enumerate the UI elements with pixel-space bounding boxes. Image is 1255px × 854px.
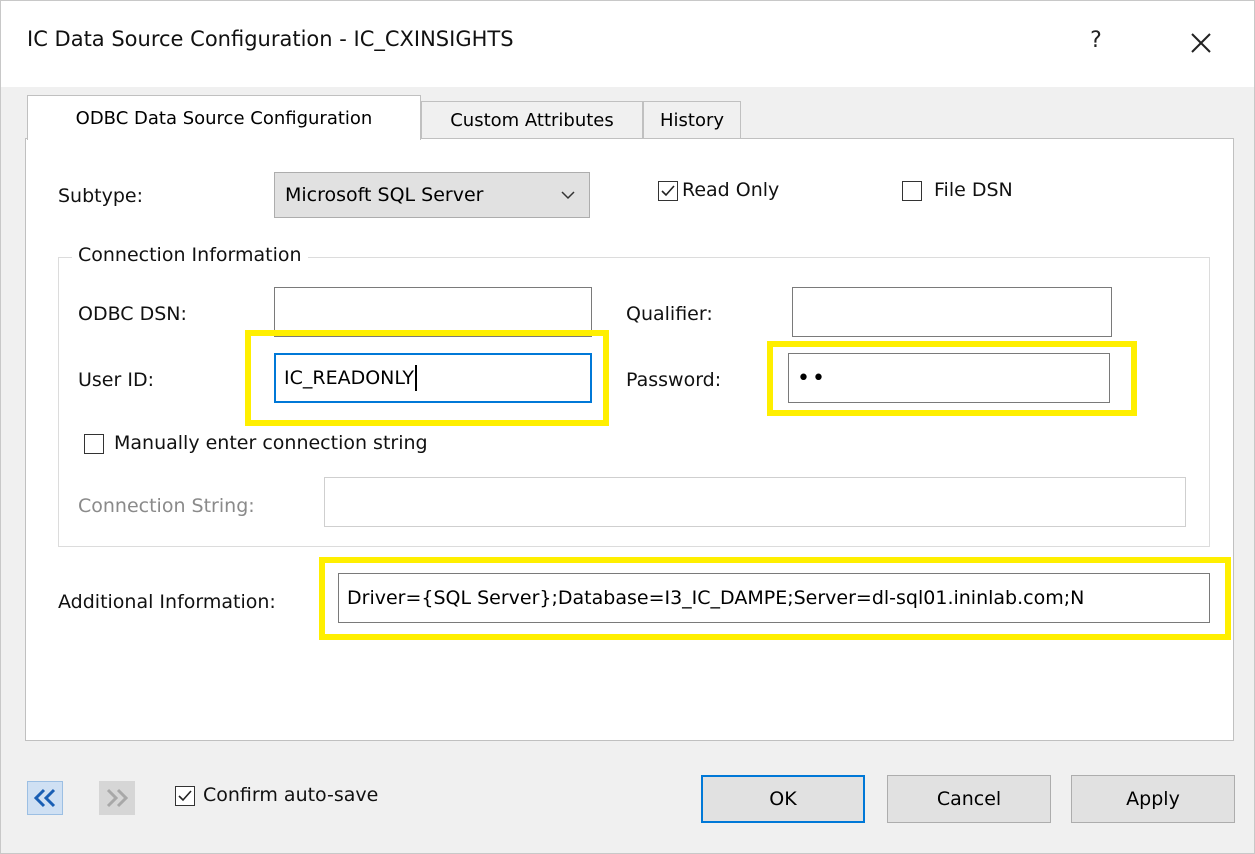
previous-button[interactable] [27, 781, 63, 815]
file-dsn-checkbox[interactable] [902, 181, 922, 201]
checkmark-icon [178, 790, 192, 802]
read-only-label: Read Only [682, 179, 780, 201]
additional-info-label: Additional Information: [58, 591, 276, 613]
odbc-dsn-label: ODBC DSN: [78, 303, 187, 325]
close-button[interactable] [1181, 23, 1221, 63]
highlight-password [767, 341, 1137, 416]
apply-button[interactable]: Apply [1071, 775, 1235, 823]
help-button[interactable]: ? [1079, 21, 1113, 61]
tab-panel: Subtype: Microsoft SQL Server Read Only … [25, 138, 1234, 741]
password-label: Password: [626, 369, 722, 391]
highlight-additional-info [319, 557, 1231, 640]
conn-string-label: Connection String: [78, 495, 255, 517]
tab-history[interactable]: History [643, 101, 741, 139]
subtype-select[interactable]: Microsoft SQL Server [274, 172, 590, 218]
tab-odbc-config[interactable]: ODBC Data Source Configuration [27, 95, 421, 140]
subtype-label: Subtype: [58, 185, 144, 207]
user-id-label: User ID: [78, 369, 154, 391]
next-button[interactable] [99, 781, 135, 815]
manual-conn-label: Manually enter connection string [114, 432, 428, 454]
read-only-checkbox[interactable] [658, 181, 678, 201]
confirm-autosave-checkbox[interactable] [175, 786, 195, 806]
close-icon [1191, 33, 1211, 53]
title-bar: IC Data Source Configuration - IC_CXINSI… [1, 1, 1254, 87]
qualifier-input[interactable] [792, 287, 1112, 337]
connection-info-title: Connection Information [72, 244, 308, 266]
conn-string-input[interactable] [324, 477, 1186, 527]
qualifier-label: Qualifier: [626, 303, 713, 325]
chevron-down-icon [561, 191, 575, 200]
manual-conn-checkbox[interactable] [84, 434, 104, 454]
ok-button[interactable]: OK [701, 775, 865, 823]
tab-custom-attributes[interactable]: Custom Attributes [421, 101, 643, 139]
double-chevron-right-icon [106, 788, 129, 808]
file-dsn-label: File DSN [934, 179, 1013, 201]
double-chevron-left-icon [33, 788, 56, 808]
confirm-autosave-label: Confirm auto-save [203, 784, 379, 806]
checkmark-icon [661, 185, 675, 197]
window-title: IC Data Source Configuration - IC_CXINSI… [27, 27, 514, 51]
cancel-button[interactable]: Cancel [887, 775, 1051, 823]
subtype-value: Microsoft SQL Server [285, 184, 484, 206]
highlight-user-id [245, 330, 609, 426]
data-source-dialog: IC Data Source Configuration - IC_CXINSI… [0, 0, 1255, 854]
